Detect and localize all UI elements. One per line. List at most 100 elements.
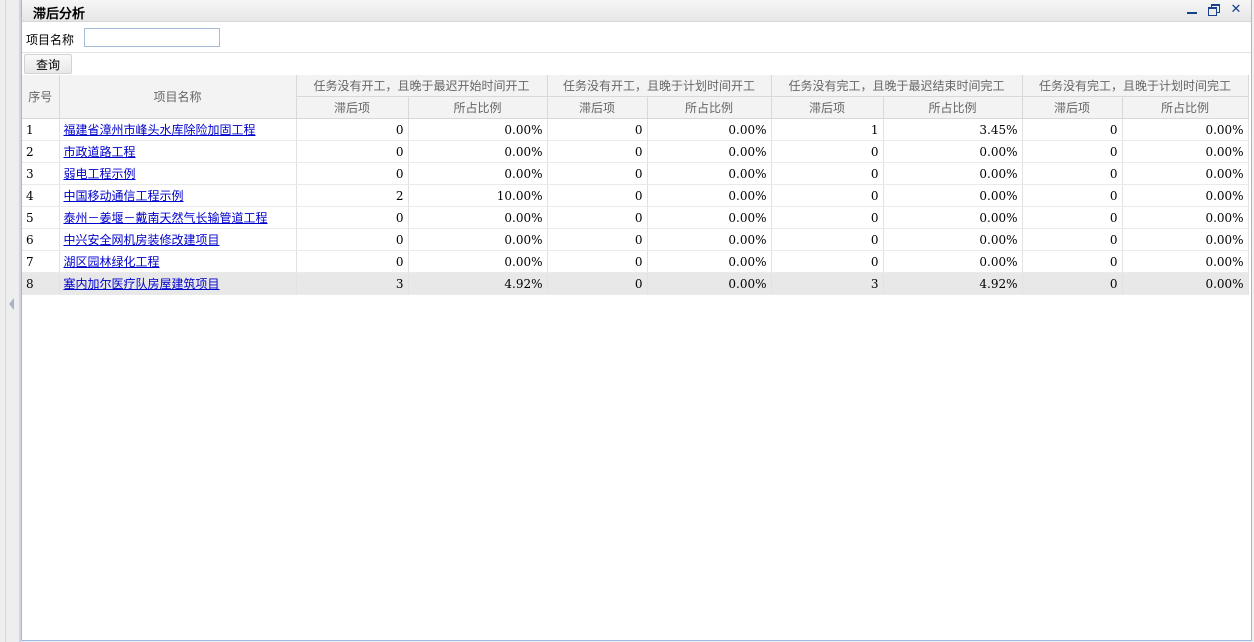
ratio-cell: 0.00% [1122,140,1249,163]
project-link[interactable]: 中兴安全网机房装修改建项目 [64,233,220,247]
table-row[interactable]: 3 弱电工程示例 0 0.00% 0 0.00% 0 0.00% 0 0.00% [22,162,1249,185]
table-row[interactable]: 4 中国移动通信工程示例 2 10.00% 0 0.00% 0 0.00% 0 … [22,184,1249,207]
ratio-cell: 0.00% [647,140,772,163]
project-name-cell: 弱电工程示例 [59,162,297,185]
project-link[interactable]: 塞内加尔医疗队房屋建筑项目 [64,277,220,291]
lag-count-cell: 0 [1022,228,1123,251]
panel-title: 滞后分析 [33,7,86,22]
table-row[interactable]: 1 福建省漳州市峰头水库除险加固工程 0 0.00% 0 0.00% 1 3.4… [22,118,1249,141]
header-lag-count[interactable]: 滞后项 [296,96,409,119]
lag-count-cell: 0 [1022,118,1123,141]
minimize-icon[interactable] [1185,3,1199,17]
row-index: 3 [22,162,60,185]
project-name-cell: 中国移动通信工程示例 [59,184,297,207]
table-row-selected[interactable]: 8 塞内加尔医疗队房屋建筑项目 3 4.92% 0 0.00% 3 4.92% … [22,272,1249,295]
project-link[interactable]: 市政道路工程 [64,145,136,159]
project-name-cell: 湖区园林绿化工程 [59,250,297,273]
header-index[interactable]: 序号 [22,75,60,119]
lag-analysis-panel: 滞后分析 ✕ 项目名称 查询 序号 项目名称 任务没有开工，且晚于最迟开始时间开… [21,0,1252,641]
ratio-cell: 0.00% [1122,228,1249,251]
query-button[interactable]: 查询 [24,54,72,74]
ratio-cell: 0.00% [647,206,772,229]
ratio-cell: 0.00% [883,250,1023,273]
ratio-cell: 0.00% [1122,250,1249,273]
row-index: 5 [22,206,60,229]
lag-count-cell: 0 [547,206,648,229]
lag-count-cell: 0 [771,184,884,207]
ratio-cell: 0.00% [408,228,548,251]
header-ratio[interactable]: 所占比例 [1122,96,1249,119]
ratio-cell: 0.00% [1122,118,1249,141]
header-lag-count[interactable]: 滞后项 [547,96,648,119]
table-row[interactable]: 7 湖区园林绿化工程 0 0.00% 0 0.00% 0 0.00% 0 0.0… [22,250,1249,273]
header-group-late-finish-planned: 任务没有完工，且晚于计划时间完工 [1022,75,1249,97]
lag-count-cell: 3 [296,272,409,295]
lag-count-cell: 0 [1022,162,1123,185]
button-bar: 查询 [22,52,1251,75]
header-lag-count[interactable]: 滞后项 [771,96,884,119]
header-group-late-finish-latest: 任务没有完工，且晚于最迟结束时间完工 [771,75,1023,97]
header-ratio[interactable]: 所占比例 [883,96,1023,119]
ratio-cell: 0.00% [408,118,548,141]
row-index: 2 [22,140,60,163]
ratio-cell: 0.00% [408,162,548,185]
search-bar: 项目名称 [22,22,1251,52]
project-name-input[interactable] [84,28,220,47]
header-group-late-start-latest: 任务没有开工，且晚于最迟开始时间开工 [296,75,548,97]
lag-count-cell: 0 [296,118,409,141]
table-row[interactable]: 2 市政道路工程 0 0.00% 0 0.00% 0 0.00% 0 0.00% [22,140,1249,163]
lag-count-cell: 0 [1022,206,1123,229]
header-ratio[interactable]: 所占比例 [408,96,548,119]
window-tools: ✕ [1185,3,1243,17]
ratio-cell: 0.00% [647,118,772,141]
lag-count-cell: 0 [296,228,409,251]
table-row[interactable]: 6 中兴安全网机房装修改建项目 0 0.00% 0 0.00% 0 0.00% … [22,228,1249,251]
lag-count-cell: 0 [771,162,884,185]
lag-analysis-table: 序号 项目名称 任务没有开工，且晚于最迟开始时间开工 任务没有开工，且晚于计划时… [22,75,1249,295]
header-ratio[interactable]: 所占比例 [647,96,772,119]
project-link[interactable]: 弱电工程示例 [64,167,136,181]
row-index: 8 [22,272,60,295]
ratio-cell: 0.00% [1122,272,1249,295]
ratio-cell: 3.45% [883,118,1023,141]
header-project-name[interactable]: 项目名称 [59,75,297,119]
project-link[interactable]: 湖区园林绿化工程 [64,255,160,269]
ratio-cell: 0.00% [1122,184,1249,207]
lag-count-cell: 2 [296,184,409,207]
ratio-cell: 4.92% [883,272,1023,295]
ratio-cell: 0.00% [883,228,1023,251]
close-icon[interactable]: ✕ [1229,3,1243,17]
lag-count-cell: 0 [547,250,648,273]
ratio-cell: 0.00% [647,184,772,207]
expand-left-arrow-icon[interactable] [9,298,14,310]
collapsed-side-panel[interactable] [0,0,21,642]
project-name-cell: 福建省漳州市峰头水库除险加固工程 [59,118,297,141]
project-name-cell: 泰州－姜堰－戴南天然气长输管道工程 [59,206,297,229]
project-link[interactable]: 泰州－姜堰－戴南天然气长输管道工程 [64,211,268,225]
lag-count-cell: 0 [771,228,884,251]
ratio-cell: 0.00% [408,250,548,273]
project-name-cell: 中兴安全网机房装修改建项目 [59,228,297,251]
header-group-late-start-planned: 任务没有开工，且晚于计划时间开工 [547,75,772,97]
lag-count-cell: 0 [547,162,648,185]
lag-count-cell: 0 [547,184,648,207]
lag-count-cell: 1 [771,118,884,141]
header-lag-count[interactable]: 滞后项 [1022,96,1123,119]
ratio-cell: 0.00% [1122,162,1249,185]
project-link[interactable]: 中国移动通信工程示例 [64,189,184,203]
project-link[interactable]: 福建省漳州市峰头水库除险加固工程 [64,123,256,137]
table-row[interactable]: 5 泰州－姜堰－戴南天然气长输管道工程 0 0.00% 0 0.00% 0 0.… [22,206,1249,229]
ratio-cell: 0.00% [1122,206,1249,229]
lag-count-cell: 0 [296,162,409,185]
lag-count-cell: 0 [296,140,409,163]
lag-count-cell: 0 [547,272,648,295]
restore-icon[interactable] [1207,3,1221,17]
lag-count-cell: 0 [1022,272,1123,295]
lag-count-cell: 0 [1022,184,1123,207]
lag-count-cell: 0 [771,250,884,273]
lag-count-cell: 0 [296,250,409,273]
ratio-cell: 0.00% [883,140,1023,163]
project-name-cell: 市政道路工程 [59,140,297,163]
lag-count-cell: 0 [547,118,648,141]
row-index: 4 [22,184,60,207]
